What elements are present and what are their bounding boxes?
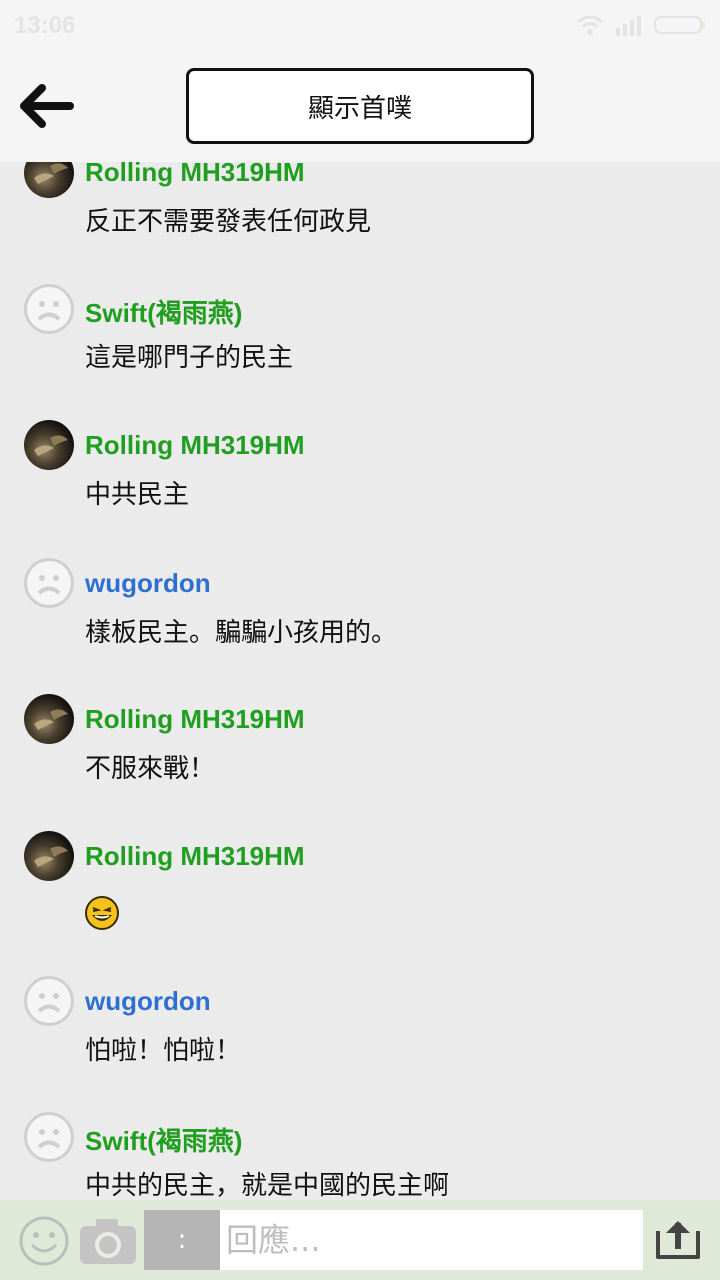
- sad-face-icon: [27, 979, 71, 1023]
- reply-composer: :: [0, 1200, 720, 1280]
- avatar[interactable]: [24, 420, 74, 470]
- author-name[interactable]: Swift(褐雨燕): [85, 293, 242, 330]
- response-text: 怕啦！怕啦！: [85, 1036, 242, 1066]
- avatar[interactable]: [24, 831, 74, 881]
- avatar[interactable]: [24, 162, 74, 198]
- avatar[interactable]: [24, 976, 74, 1026]
- bird-photo-icon: [34, 846, 68, 867]
- show-first-plurk-button[interactable]: 顯示首噗: [186, 68, 534, 144]
- sad-face-icon: [27, 287, 71, 331]
- response-text: 樣板民主。騙騙小孩用的。: [85, 618, 398, 648]
- author-name[interactable]: Swift(褐雨燕): [85, 1121, 242, 1158]
- laughing-emoji-icon: [84, 895, 120, 931]
- back-button[interactable]: [20, 82, 76, 130]
- status-bar: 13:06: [0, 0, 720, 52]
- author-name[interactable]: Rolling MH319HM: [85, 841, 305, 872]
- avatar[interactable]: [24, 694, 74, 744]
- header-bar: 顯示首噗: [0, 52, 720, 162]
- author-name[interactable]: wugordon: [85, 568, 211, 599]
- camera-icon[interactable]: [78, 1216, 138, 1270]
- signal-icon: [616, 16, 641, 36]
- author-name[interactable]: Rolling MH319HM: [85, 704, 305, 735]
- avatar[interactable]: [24, 558, 74, 608]
- response-text: 這是哪門子的民主: [85, 343, 294, 373]
- arrow-left-icon: [20, 84, 74, 128]
- reply-input[interactable]: [220, 1210, 643, 1270]
- response-text: 中共民主: [85, 480, 190, 510]
- avatar[interactable]: [24, 1112, 74, 1162]
- colon-qualifier-button[interactable]: :: [144, 1210, 220, 1270]
- author-name[interactable]: Rolling MH319HM: [85, 162, 305, 188]
- battery-icon: [654, 16, 705, 34]
- author-name[interactable]: Rolling MH319HM: [85, 430, 305, 461]
- avatar[interactable]: [24, 284, 74, 334]
- sad-face-icon: [27, 561, 71, 605]
- wifi-icon: [577, 15, 603, 35]
- status-icons: [576, 14, 706, 36]
- author-name[interactable]: wugordon: [85, 986, 211, 1017]
- upload-send-icon[interactable]: [654, 1217, 702, 1265]
- response-text: 不服來戰！: [85, 754, 216, 784]
- bird-photo-icon: [34, 163, 68, 184]
- sad-face-icon: [27, 1115, 71, 1159]
- smiley-icon[interactable]: [18, 1215, 70, 1271]
- bird-photo-icon: [34, 435, 68, 456]
- response-text: 反正不需要發表任何政見: [85, 207, 372, 237]
- response-list[interactable]: Rolling MH319HM 反正不需要發表任何政見 Swift(褐雨燕) 這…: [0, 162, 720, 1200]
- status-time: 13:06: [14, 12, 76, 39]
- response-text: 中共的民主，就是中國的民主啊: [85, 1171, 450, 1200]
- bird-photo-icon: [34, 709, 68, 730]
